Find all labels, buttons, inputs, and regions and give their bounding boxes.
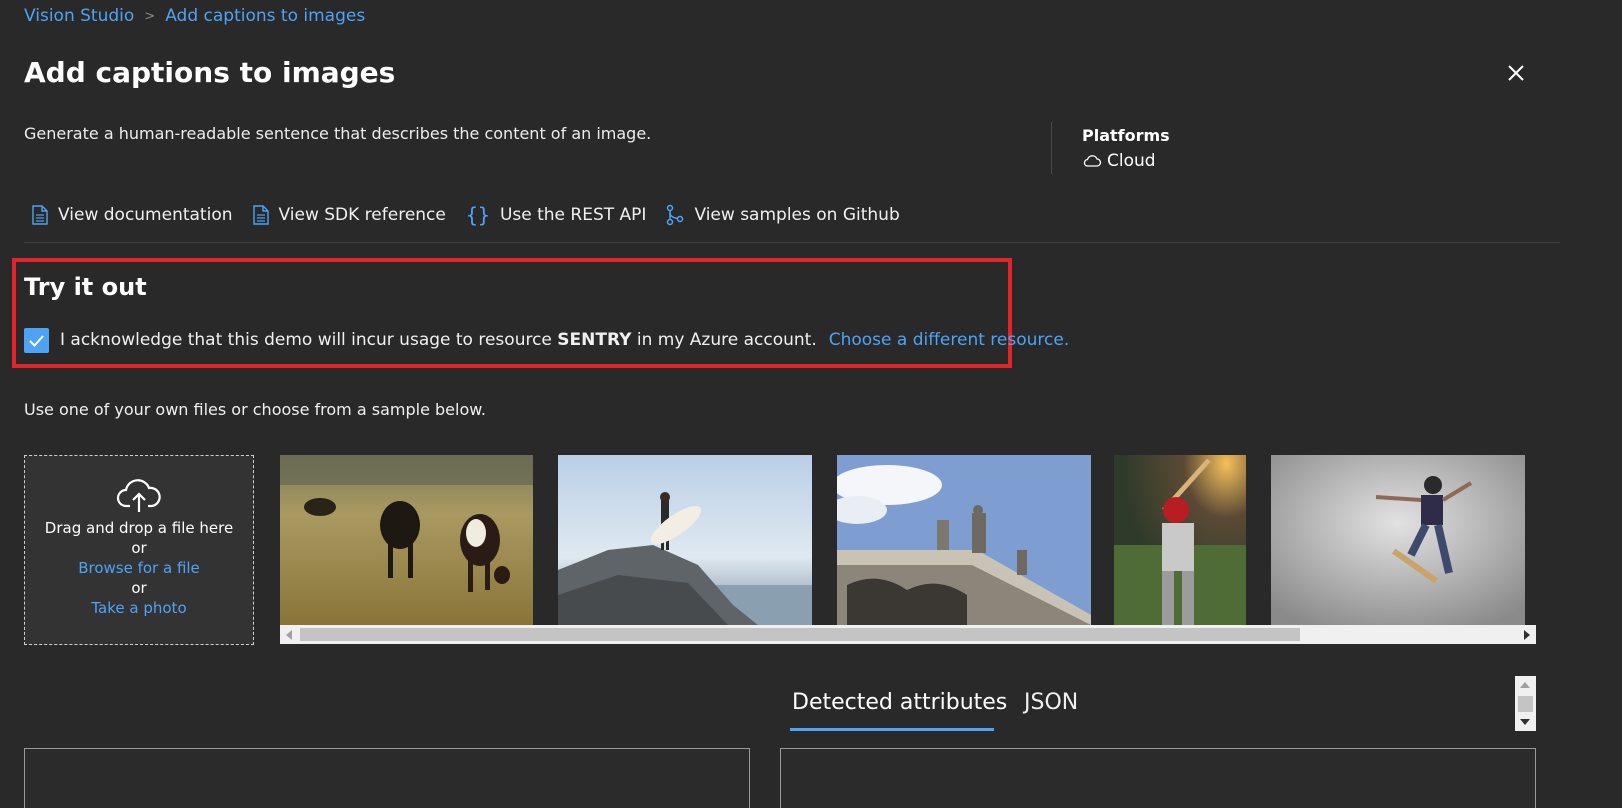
view-sdk-reference-label: View SDK reference	[278, 205, 446, 225]
platform-cloud: Cloud	[1082, 151, 1156, 171]
scroll-up-arrow[interactable]	[1520, 682, 1530, 688]
sample-image-skateboarder[interactable]	[1271, 455, 1525, 625]
section-divider	[24, 242, 1560, 243]
vertical-divider	[1051, 122, 1052, 174]
samples-horizontal-scrollbar[interactable]	[280, 625, 1536, 644]
tab-detected-attributes[interactable]: Detected attributes	[792, 690, 1007, 715]
results-vertical-scrollbar[interactable]	[1515, 676, 1536, 731]
cloud-upload-icon	[116, 479, 161, 512]
view-samples-github-link[interactable]: View samples on Github	[666, 204, 900, 226]
ack-suffix: in my Azure account.	[631, 330, 817, 350]
active-tab-indicator	[790, 728, 994, 731]
checkmark-icon	[29, 335, 44, 347]
branch-icon	[667, 204, 684, 226]
choose-resource-link[interactable]: Choose a different resource.	[829, 330, 1070, 350]
browse-file-link[interactable]: Browse for a file	[25, 558, 253, 578]
use-rest-api-link[interactable]: {} Use the REST API	[466, 203, 647, 227]
acknowledge-checkbox[interactable]	[24, 328, 49, 353]
breadcrumb-vision-studio[interactable]: Vision Studio	[24, 6, 134, 26]
breadcrumb-current-page[interactable]: Add captions to images	[165, 6, 365, 26]
ack-prefix: I acknowledge that this demo will incur …	[60, 330, 558, 350]
view-samples-github-label: View samples on Github	[694, 205, 900, 225]
or-text: or	[131, 579, 147, 597]
document-icon	[32, 205, 48, 225]
scroll-left-arrow[interactable]	[286, 630, 292, 640]
view-sdk-reference-link[interactable]: View SDK reference	[252, 205, 446, 225]
take-photo-link[interactable]: Take a photo	[25, 598, 253, 618]
use-rest-api-label: Use the REST API	[499, 205, 647, 225]
platform-value: Cloud	[1107, 151, 1156, 171]
acknowledge-text: I acknowledge that this demo will incur …	[60, 330, 1069, 350]
resource-links: View documentation View SDK reference {}…	[32, 203, 920, 227]
sample-image-cows[interactable]	[280, 455, 533, 625]
file-dropzone[interactable]: Drag and drop a file here or Browse for …	[24, 455, 254, 645]
tab-json[interactable]: JSON	[1024, 690, 1078, 715]
or-text: or	[131, 539, 147, 557]
drag-drop-text: Drag and drop a file here	[44, 519, 234, 537]
cloud-icon	[1083, 155, 1102, 167]
page-description: Generate a human-readable sentence that …	[24, 124, 652, 143]
view-documentation-label: View documentation	[58, 205, 233, 225]
resource-name: SENTRY	[557, 330, 632, 350]
breadcrumb-separator: >	[144, 8, 156, 24]
try-it-out-title: Try it out	[24, 273, 147, 301]
page-title: Add captions to images	[24, 56, 396, 89]
close-button[interactable]	[1503, 60, 1529, 86]
scroll-thumb[interactable]	[1518, 696, 1533, 712]
results-panel	[780, 748, 1536, 808]
close-icon	[1508, 65, 1524, 81]
platforms-label: Platforms	[1082, 126, 1170, 145]
upload-instructions: Use one of your own files or choose from…	[24, 400, 486, 419]
braces-icon: {}	[465, 203, 490, 227]
sample-image-baseball[interactable]	[1114, 455, 1246, 625]
view-documentation-link[interactable]: View documentation	[32, 205, 233, 225]
image-preview-panel	[24, 748, 750, 808]
scroll-right-arrow[interactable]	[1524, 630, 1530, 640]
breadcrumb: Vision Studio > Add captions to images	[24, 6, 365, 26]
sample-image-surfer[interactable]	[558, 455, 812, 625]
document-icon	[252, 205, 269, 225]
try-it-out-highlight	[12, 258, 1012, 368]
scroll-thumb[interactable]	[300, 628, 1300, 641]
scroll-down-arrow[interactable]	[1520, 719, 1530, 725]
sample-image-building[interactable]	[837, 455, 1091, 625]
